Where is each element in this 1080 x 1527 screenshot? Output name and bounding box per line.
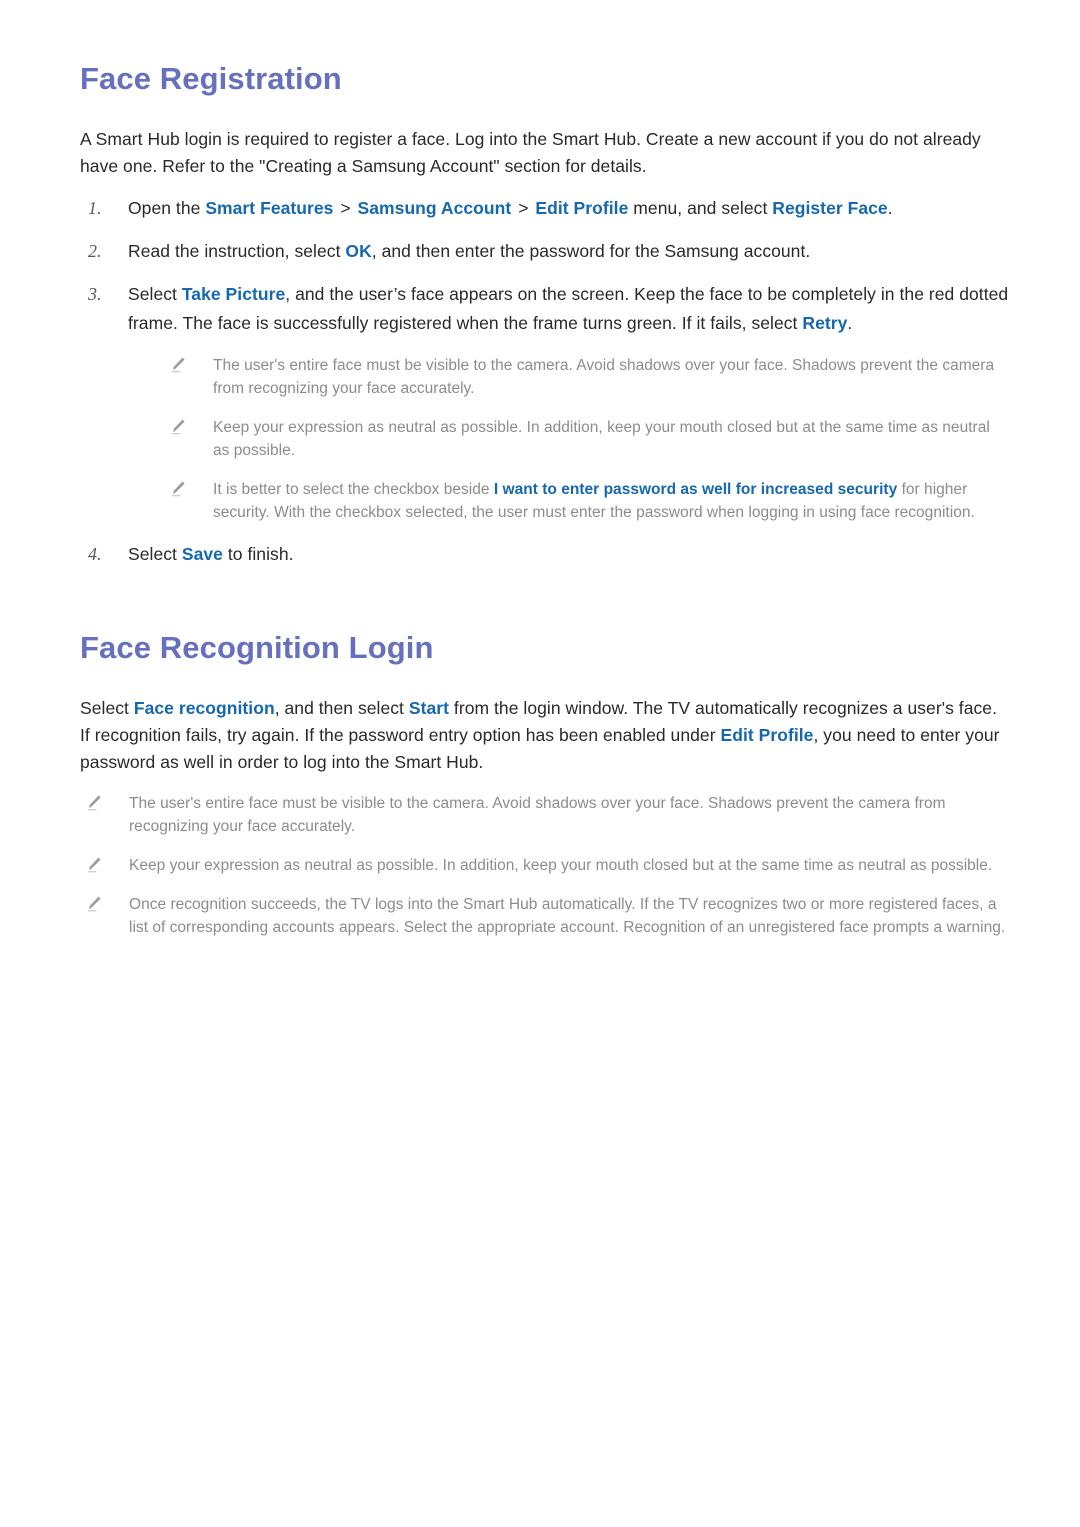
intro-paragraph-face-recognition-login: Select Face recognition, and then select… (80, 698, 1000, 772)
note-text: Once recognition succeeds, the TV logs i… (129, 896, 1006, 936)
step-number: 4. (88, 544, 102, 564)
notes-list-face-registration: The user's entire face must be visible t… (128, 354, 1010, 524)
inline-ui-term: Edit Profile (720, 725, 814, 745)
inline-ui-term: OK (345, 241, 372, 261)
inline-ui-term: Samsung Account (357, 198, 512, 218)
intro-paragraph-face-registration: A Smart Hub login is required to registe… (80, 129, 981, 176)
step-item-1: 1. Open the Smart Features > Samsung Acc… (80, 194, 1010, 223)
page-title-face-recognition-login: Face Recognition Login (80, 630, 434, 665)
inline-ui-term: Smart Features (205, 198, 334, 218)
page-title-face-registration: Face Registration (80, 61, 342, 96)
inline-ui-term: Retry (802, 313, 848, 333)
step-item-3: 3. Select Take Picture, and the user’s f… (80, 280, 1010, 524)
pencil-icon (84, 794, 104, 814)
document-page: Face Registration A Smart Hub login is r… (0, 0, 1080, 1527)
step-number: 1. (88, 198, 102, 218)
note-item: Once recognition succeeds, the TV logs i… (84, 893, 1010, 939)
step-number: 3. (88, 284, 102, 304)
note-item: Keep your expression as neutral as possi… (168, 416, 1010, 462)
note-text: The user's entire face must be visible t… (129, 795, 946, 835)
note-item: The user's entire face must be visible t… (168, 354, 1010, 400)
step-text: Select Take Picture, and the user’s face… (128, 284, 1009, 333)
breadcrumb-separator: > (513, 198, 534, 218)
pencil-icon (168, 356, 188, 376)
section-face-registration: Face Registration A Smart Hub login is r… (80, 60, 1010, 569)
step-text: Read the instruction, select OK, and the… (128, 241, 811, 261)
step-number: 2. (88, 241, 102, 261)
notes-list-face-recognition-login: The user's entire face must be visible t… (80, 792, 1010, 939)
note-item: Keep your expression as neutral as possi… (84, 854, 1010, 877)
note-text: Keep your expression as neutral as possi… (213, 419, 990, 459)
note-text: The user's entire face must be visible t… (213, 357, 995, 397)
steps-list-face-registration: 1. Open the Smart Features > Samsung Acc… (80, 194, 1010, 569)
step-item-2: 2. Read the instruction, select OK, and … (80, 237, 1010, 266)
step-text: Open the Smart Features > Samsung Accoun… (128, 198, 893, 218)
inline-ui-term: Face recognition (133, 698, 275, 718)
pencil-icon (84, 895, 104, 915)
note-item: It is better to select the checkbox besi… (168, 478, 1010, 524)
inline-ui-term: Save (181, 544, 223, 564)
section-face-recognition-login: Face Recognition Login Select Face recog… (80, 629, 1010, 939)
note-text: Keep your expression as neutral as possi… (129, 857, 993, 874)
step-item-4: 4. Select Save to finish. (80, 540, 1010, 569)
document-content: Face Registration A Smart Hub login is r… (80, 60, 1010, 955)
note-item: The user's entire face must be visible t… (84, 792, 1010, 838)
inline-ui-term: Register Face (772, 198, 888, 218)
pencil-icon (84, 856, 104, 876)
pencil-icon (168, 480, 188, 500)
breadcrumb-separator: > (335, 198, 356, 218)
inline-ui-term: Take Picture (181, 284, 286, 304)
inline-ui-term: I want to enter password as well for inc… (493, 481, 898, 498)
inline-ui-term: Edit Profile (535, 198, 629, 218)
inline-ui-term: Start (408, 698, 449, 718)
note-text: It is better to select the checkbox besi… (213, 481, 975, 521)
pencil-icon (168, 418, 188, 438)
step-text: Select Save to finish. (128, 544, 294, 564)
